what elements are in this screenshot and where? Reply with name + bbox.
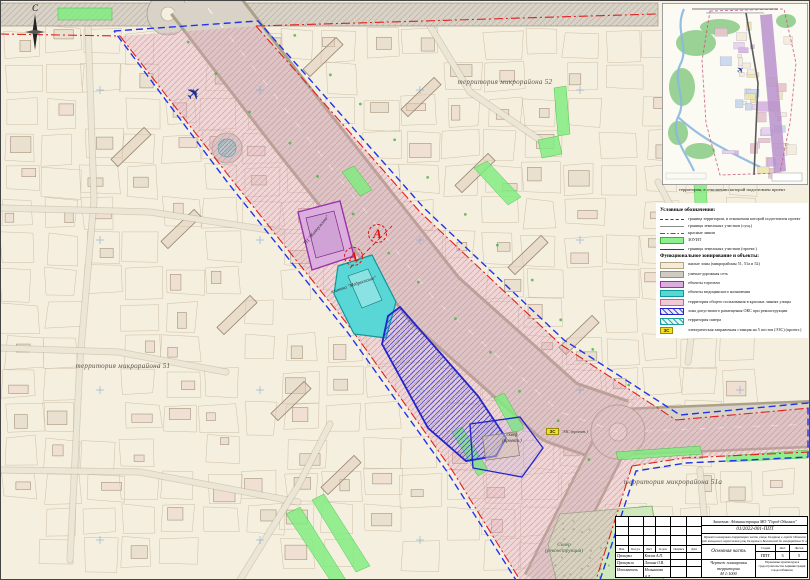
- trade-fill-swatch: [660, 281, 684, 288]
- label-ezs: ЭЗС (проект.): [562, 429, 588, 434]
- stage-table: Стадия Лист Листов ППТ 3 5: [756, 545, 808, 559]
- signature-row: Проверила Лапина О.В.: [616, 560, 701, 567]
- ezs-station-marker: ЗС: [546, 428, 559, 435]
- title-block-empty-row: [616, 517, 701, 527]
- residential-fill-swatch: [660, 262, 684, 269]
- customer-line: Заказчик: Администрация МО "Город Обнинс…: [702, 517, 808, 526]
- legend-boundaries-title: Условные обозначения:: [660, 207, 806, 213]
- title-block-signatures: Изм. Кол.уч. Лист № док. Подпись Дата Пр…: [616, 517, 702, 577]
- legend-item: красные линии: [660, 230, 806, 235]
- title-block-main: Заказчик: Администрация МО "Город Обнинс…: [702, 517, 808, 577]
- title-block-empty-row: [616, 527, 701, 537]
- legend-item: объекты медицинского назначения: [660, 289, 806, 297]
- legend-item: улично-дорожная сеть: [660, 271, 806, 279]
- title-block: Изм. Кол.уч. Лист № док. Подпись Дата Пр…: [615, 516, 808, 578]
- medical-fill-swatch: [660, 290, 684, 297]
- legend-item: зона допустимого размещения ОКС при реко…: [660, 308, 806, 316]
- street-network-fill-swatch: [660, 271, 684, 278]
- inset-caption: территория, в отношении которой подготов…: [654, 187, 810, 192]
- label-skver-project: сквер (проект.): [488, 433, 536, 444]
- blue-line-swatch: [660, 249, 684, 250]
- drawing-title: Чертеж планировки территории М 1:1000: [702, 560, 756, 577]
- legend-item: границы земельных участков (сущ.): [660, 223, 806, 228]
- ezs-badge-swatch: ЗС: [660, 327, 673, 334]
- title-block-bottom: Чертеж планировки территории М 1:1000 Уп…: [702, 560, 808, 577]
- label-microdistrict-51: территория микрорайона 51: [58, 362, 188, 370]
- green-fill-swatch: [660, 237, 684, 244]
- organization-name: Управление архитектуры и градостроительс…: [756, 560, 808, 577]
- signature-row: Исполнитель Мельникова А.Д.: [616, 567, 701, 577]
- title-block-middle: Основная часть Стадия Лист Листов ППТ 3 …: [702, 545, 808, 560]
- project-title: Проект планировки территории части улицы…: [702, 534, 808, 545]
- title-block-empty-row: [616, 536, 701, 546]
- label-microdistrict-51a: территория микрорайона 51а: [606, 478, 740, 486]
- legend-panel: Условные обозначения: граница территории…: [656, 203, 808, 338]
- legend-item: территория сквера: [660, 317, 806, 325]
- dashed-blue-line-swatch: [660, 219, 684, 220]
- legend-item: объекты торговли: [660, 280, 806, 288]
- legend-item: границы земельных участков (проект.): [660, 246, 806, 251]
- section-marker-a-1: А: [368, 224, 387, 243]
- compass-rose: С: [18, 3, 52, 58]
- gray-line-swatch: [660, 226, 684, 227]
- section-marker-a-2: А: [344, 247, 363, 266]
- inset-map-drawing: ✈: [662, 3, 808, 185]
- compass-north-label: С: [18, 3, 52, 13]
- legend-item: граница территории, в отношении которой …: [660, 216, 806, 221]
- label-skver-recon: Сквер (реконструкция): [524, 542, 604, 554]
- skver-hatch-swatch: [660, 318, 684, 325]
- signature-row: Проверил Козлов А.П.: [616, 553, 701, 560]
- legend-item: территория общего пользования в красных …: [660, 299, 806, 307]
- label-microdistrict-52: территория микрорайона 52: [440, 78, 570, 86]
- red-dashdot-line-swatch: [660, 233, 684, 235]
- legend-item: ЗС электрическая заправочная станция на …: [660, 327, 806, 334]
- public-territory-fill-swatch: [660, 299, 684, 306]
- plan-sheet: ✈ С территория микрорайона 52 территория…: [0, 0, 810, 580]
- legend-zoning-title: Функциональное зонирование и объекты:: [660, 253, 806, 259]
- oks-zone-hatch-swatch: [660, 308, 684, 315]
- inset-map-panel: ✈: [662, 3, 808, 185]
- legend-item: ЗОУИТ: [660, 237, 806, 245]
- document-number: 01/2022-001-ППТ: [702, 526, 808, 534]
- legend-item: жилые зоны (микрорайоны 51, 51а и 52): [660, 261, 806, 269]
- section-name: Основная часть: [702, 545, 756, 559]
- title-block-header-row: Изм. Кол.уч. Лист № док. Подпись Дата: [616, 546, 701, 554]
- compass-needle-icon: [20, 13, 50, 53]
